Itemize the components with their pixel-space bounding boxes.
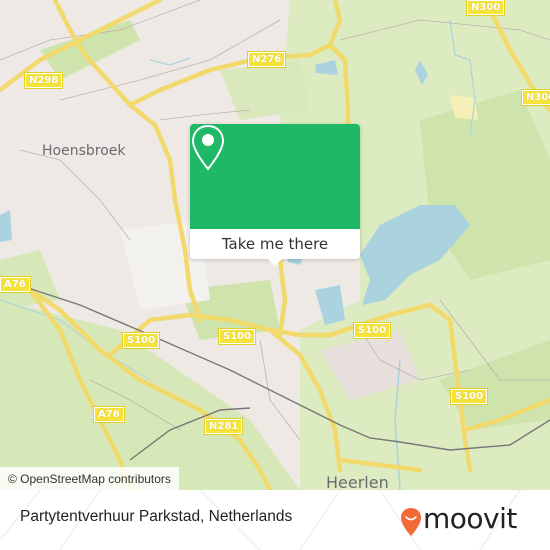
moovit-wordmark: moovit [423, 502, 517, 535]
road-label-s100: S100 [352, 322, 392, 339]
road-label-n298: N298 [23, 72, 64, 89]
moovit-logo[interactable]: moovit [400, 500, 540, 540]
road-label-n300: N300 [520, 89, 550, 106]
map-view[interactable]: N276 N298 N300 N300 A76 A76 S100 S100 S1… [0, 0, 550, 490]
popup-header [190, 124, 360, 229]
road-label-s100: S100 [217, 328, 257, 345]
take-me-there-label: Take me there [221, 235, 329, 253]
popup-pointer [267, 258, 283, 266]
location-popup: Take me there [190, 124, 360, 266]
place-label-hoensbroek: Hoensbroek [42, 143, 126, 159]
road-label-n300: N300 [465, 0, 506, 16]
road-label-a76: A76 [93, 406, 125, 423]
map-attribution[interactable]: © OpenStreetMap contributors [0, 467, 179, 490]
road-label-s100: S100 [449, 388, 489, 405]
footer-bar: Partytentverhuur Parkstad, Netherlands m… [0, 490, 550, 550]
moovit-pin-icon [401, 508, 421, 536]
take-me-there-button[interactable]: Take me there [190, 229, 360, 259]
place-label-heerlen: Heerlen [326, 473, 389, 490]
location-name: Partytentverhuur Parkstad, Netherlands [20, 508, 293, 525]
location-pin-icon [191, 124, 225, 171]
road-label-s100: S100 [121, 332, 161, 349]
road-label-a76: A76 [0, 276, 31, 293]
road-label-n276: N276 [246, 51, 287, 68]
road-label-n281: N281 [203, 418, 244, 435]
